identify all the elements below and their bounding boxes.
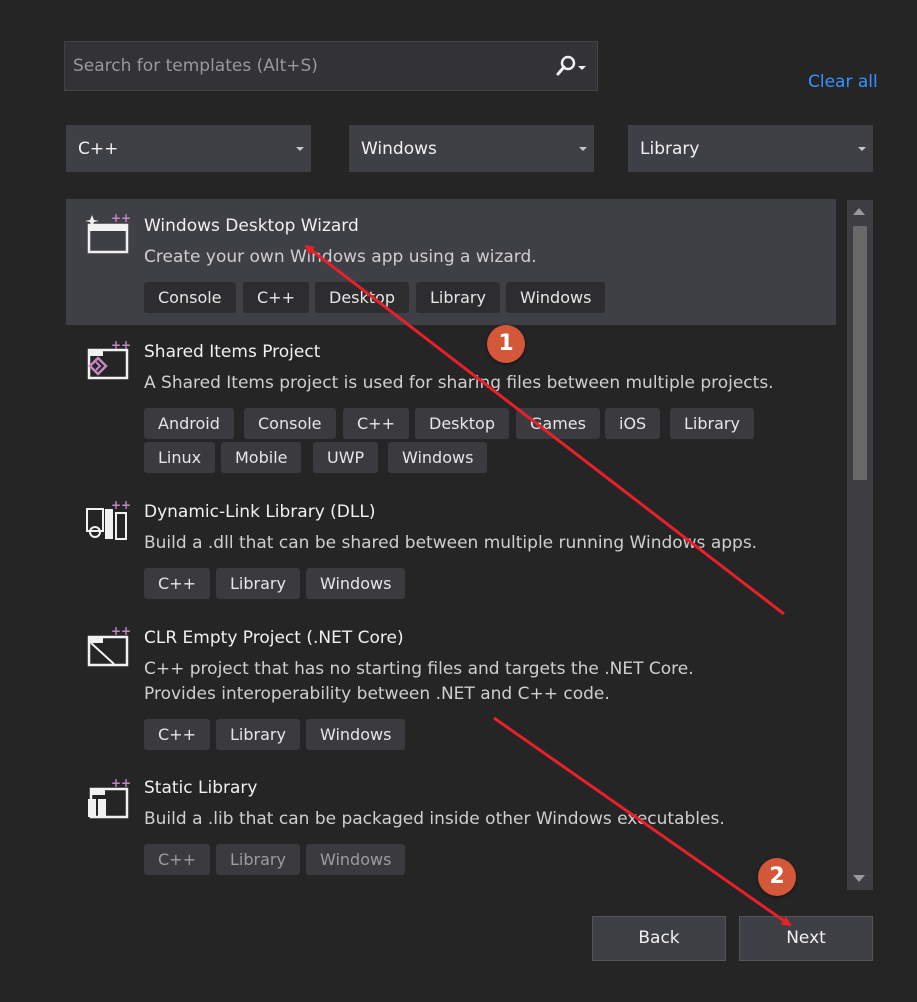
template-item-shared-items-project[interactable]: ++ Shared Items Project A Shared Items p… bbox=[66, 325, 836, 485]
step-1-badge: 1 bbox=[487, 325, 525, 363]
clear-all-link[interactable]: Clear all bbox=[808, 72, 878, 92]
chevron-down-icon bbox=[858, 147, 866, 151]
template-description: C++ project that has no starting files a… bbox=[144, 659, 694, 704]
template-title: Windows Desktop Wizard bbox=[144, 216, 359, 236]
search-input[interactable] bbox=[65, 42, 545, 90]
project-type-filter-dropdown[interactable]: Library bbox=[628, 125, 873, 172]
back-button[interactable]: Back bbox=[592, 916, 726, 961]
dll-icon: ++ bbox=[86, 499, 130, 540]
scrollbar-thumb[interactable] bbox=[853, 226, 867, 480]
tag: Desktop bbox=[415, 408, 509, 439]
shared-items-icon: ++ bbox=[87, 339, 130, 380]
tag: Windows bbox=[306, 844, 406, 875]
tag: Windows bbox=[306, 568, 406, 599]
tag: Library bbox=[670, 408, 754, 439]
tag: Mobile bbox=[221, 442, 302, 473]
tag: C++ bbox=[144, 568, 210, 599]
svg-text:++: ++ bbox=[111, 212, 130, 225]
tag: Windows bbox=[306, 719, 406, 750]
scroll-up-arrow-icon[interactable] bbox=[853, 208, 865, 215]
language-filter-value: C++ bbox=[78, 139, 119, 159]
platform-filter-dropdown[interactable]: Windows bbox=[349, 125, 594, 172]
search-box[interactable] bbox=[64, 41, 598, 91]
vertical-scrollbar[interactable] bbox=[847, 200, 873, 890]
svg-text:++: ++ bbox=[111, 499, 130, 512]
tag: Games bbox=[516, 408, 600, 439]
platform-filter-value: Windows bbox=[361, 139, 437, 159]
tag: C++ bbox=[343, 408, 409, 439]
template-title: CLR Empty Project (.NET Core) bbox=[144, 628, 404, 648]
template-item-clr-empty-project[interactable]: ++ CLR Empty Project (.NET Core) C++ pro… bbox=[66, 611, 836, 761]
template-list: ++ Windows Desktop Wizard Create your ow… bbox=[66, 199, 836, 889]
tag: Desktop bbox=[315, 282, 409, 313]
next-button[interactable]: Next bbox=[739, 916, 873, 961]
tag: Library bbox=[216, 844, 300, 875]
tag: Linux bbox=[144, 442, 216, 473]
template-description: Build a .lib that can be packaged inside… bbox=[144, 809, 725, 829]
search-button[interactable] bbox=[555, 54, 595, 80]
chevron-down-icon bbox=[296, 147, 304, 151]
tag: Console bbox=[244, 408, 336, 439]
step-2-badge: 2 bbox=[758, 858, 796, 896]
tag: Windows bbox=[388, 442, 488, 473]
scroll-down-arrow-icon[interactable] bbox=[853, 875, 865, 882]
tag: Console bbox=[144, 282, 236, 313]
tag: C++ bbox=[144, 844, 210, 875]
template-description: Create your own Windows app using a wiza… bbox=[144, 247, 537, 267]
search-icon bbox=[556, 55, 586, 76]
tag: iOS bbox=[605, 408, 661, 439]
static-library-icon: ++ bbox=[88, 777, 130, 819]
template-item-dll[interactable]: ++ Dynamic-Link Library (DLL) Build a .d… bbox=[66, 485, 836, 611]
template-description: A Shared Items project is used for shari… bbox=[144, 373, 774, 393]
svg-text:++: ++ bbox=[111, 777, 130, 790]
tag: C++ bbox=[144, 719, 210, 750]
language-filter-dropdown[interactable]: C++ bbox=[66, 125, 311, 172]
chevron-down-icon bbox=[579, 147, 587, 151]
template-description: Build a .dll that can be shared between … bbox=[144, 533, 758, 553]
clr-project-icon: ++ bbox=[87, 625, 130, 667]
tag: Library bbox=[216, 719, 300, 750]
project-type-filter-value: Library bbox=[640, 139, 700, 159]
wizard-app-icon: ++ bbox=[85, 212, 130, 254]
svg-text:++: ++ bbox=[111, 625, 130, 638]
tag: Windows bbox=[506, 282, 606, 313]
svg-text:++: ++ bbox=[111, 339, 130, 352]
tag: C++ bbox=[243, 282, 309, 313]
tag: Android bbox=[144, 408, 234, 439]
tag: Library bbox=[216, 568, 300, 599]
template-item-windows-desktop-wizard[interactable]: ++ Windows Desktop Wizard Create your ow… bbox=[66, 199, 836, 325]
tag: Library bbox=[416, 282, 500, 313]
tag: UWP bbox=[313, 442, 379, 473]
template-title: Shared Items Project bbox=[144, 342, 321, 362]
template-item-static-library[interactable]: ++ Static Library Build a .lib that can … bbox=[66, 761, 836, 889]
template-title: Static Library bbox=[144, 778, 258, 798]
template-title: Dynamic-Link Library (DLL) bbox=[144, 502, 376, 522]
